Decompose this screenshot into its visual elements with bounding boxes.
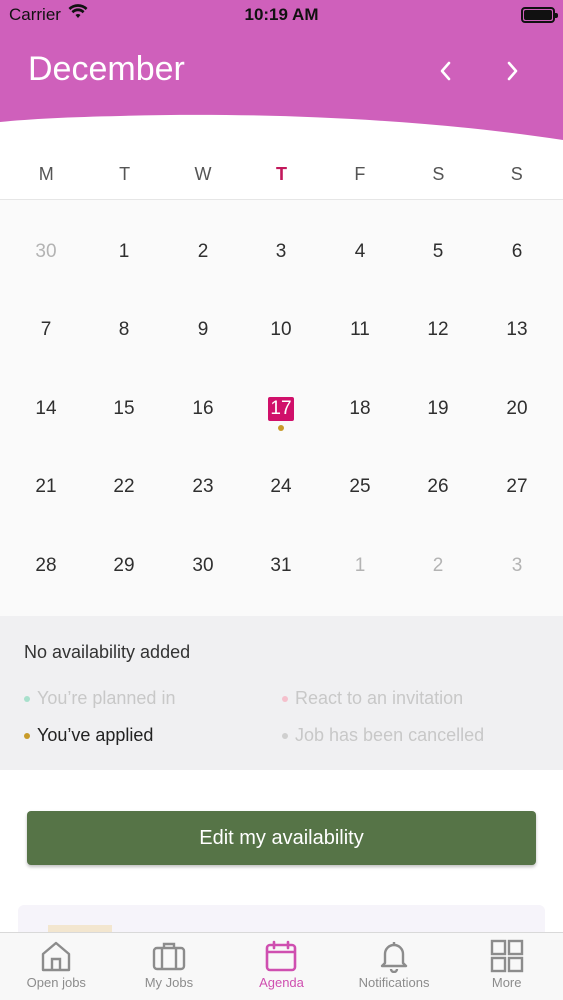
briefcase-icon (152, 942, 186, 971)
day-cell[interactable]: 31 (242, 514, 320, 592)
day-cell[interactable]: 23 (164, 435, 242, 513)
legend-cancelled: Job has been cancelled (282, 725, 484, 746)
legend-applied-label: You’ve applied (37, 725, 154, 745)
day-cell[interactable]: 15 (85, 357, 163, 435)
bell-icon (380, 942, 408, 973)
tab-my-jobs[interactable]: My Jobs (113, 933, 226, 1000)
calendar-grid: 30 1 2 3 4 5 6 7 8 9 10 11 12 13 14 15 1… (0, 200, 563, 616)
status-bar: Carrier 10:19 AM (0, 0, 563, 30)
day-cell[interactable]: 19 (399, 357, 477, 435)
weekday-label: S (432, 164, 445, 184)
planned-dot-icon (24, 695, 30, 702)
tab-notifications[interactable]: Notifications (338, 933, 451, 1000)
day-cell-selected[interactable]: 17 (242, 357, 320, 435)
day-cell[interactable]: 2 (164, 200, 242, 278)
day-cell[interactable]: 9 (164, 278, 242, 356)
weekday-label: S (510, 164, 523, 184)
legend-invitation-label: React to an invitation (295, 688, 464, 708)
clock: 10:19 AM (244, 5, 319, 24)
weekday-row: M T W T F S S (7, 150, 556, 198)
day-cell-next-month[interactable]: 3 (478, 514, 556, 592)
day-cell[interactable]: 7 (7, 278, 85, 356)
day-cell[interactable]: 5 (399, 200, 477, 278)
edit-availability-button[interactable]: Edit my availability (27, 811, 536, 865)
tab-label: More (491, 975, 522, 990)
calendar-icon (266, 940, 297, 972)
weekday-label: T (119, 164, 131, 184)
day-cell[interactable]: 3 (242, 200, 320, 278)
calendar-header: December (0, 30, 563, 142)
legend-planned: You’re planned in (24, 688, 175, 709)
day-cell-next-month[interactable]: 2 (399, 514, 477, 592)
tab-open-jobs[interactable]: Open jobs (0, 933, 113, 1000)
grid-icon (490, 939, 523, 973)
cancelled-dot-icon (282, 732, 288, 739)
day-cell[interactable]: 30 (164, 514, 242, 592)
tab-agenda[interactable]: Agenda (225, 933, 338, 1000)
applied-dot-icon (24, 732, 30, 739)
day-cell[interactable]: 4 (321, 200, 399, 278)
no-availability-text: No availability added (24, 642, 191, 662)
tab-more[interactable]: More (450, 933, 563, 1000)
battery-icon (521, 7, 558, 23)
day-cell[interactable]: 16 (164, 357, 242, 435)
day-cell[interactable]: 20 (478, 357, 556, 435)
day-cell[interactable]: 12 (399, 278, 477, 356)
day-cell[interactable]: 29 (85, 514, 163, 592)
day-cell[interactable]: 1 (85, 200, 163, 278)
legend-applied: You’ve applied (24, 725, 153, 746)
applied-indicator-dot (278, 425, 284, 431)
day-cell[interactable]: 13 (478, 278, 556, 356)
weekday-label: W (194, 164, 212, 184)
day-cell[interactable]: 27 (478, 435, 556, 513)
day-cell[interactable]: 24 (242, 435, 320, 513)
availability-legend: No availability added You’re planned in … (0, 616, 563, 770)
weekday-label: F (354, 164, 366, 184)
home-icon (42, 941, 71, 972)
day-cell-previous-month[interactable]: 30 (7, 200, 85, 278)
legend-cancelled-label: Job has been cancelled (295, 725, 485, 745)
month-title: December (28, 50, 185, 88)
day-cell-next-month[interactable]: 1 (321, 514, 399, 592)
day-cell[interactable]: 8 (85, 278, 163, 356)
day-cell[interactable]: 11 (321, 278, 399, 356)
day-cell[interactable]: 10 (242, 278, 320, 356)
tab-label: Open jobs (26, 975, 86, 990)
tab-bar: Open jobs My Jobs Agenda Notifications M… (0, 932, 563, 1000)
selected-day-number: 17 (268, 397, 294, 421)
legend-planned-label: You’re planned in (37, 688, 176, 708)
chevron-left-icon[interactable] (428, 54, 462, 88)
invitation-dot-icon (282, 695, 288, 702)
weekday-label-today: T (275, 164, 287, 184)
day-cell[interactable]: 14 (7, 357, 85, 435)
day-cell[interactable]: 28 (7, 514, 85, 592)
weekday-label: M (38, 164, 54, 184)
tab-label: My Jobs (144, 975, 194, 990)
tab-label: Agenda (259, 975, 304, 990)
day-cell[interactable]: 6 (478, 200, 556, 278)
chevron-right-icon[interactable] (496, 54, 530, 88)
day-cell[interactable]: 18 (321, 357, 399, 435)
day-cell[interactable]: 25 (321, 435, 399, 513)
legend-invitation: React to an invitation (282, 688, 463, 709)
day-cell[interactable]: 26 (399, 435, 477, 513)
day-cell[interactable]: 22 (85, 435, 163, 513)
tab-label: Notifications (358, 975, 430, 990)
day-cell[interactable]: 21 (7, 435, 85, 513)
